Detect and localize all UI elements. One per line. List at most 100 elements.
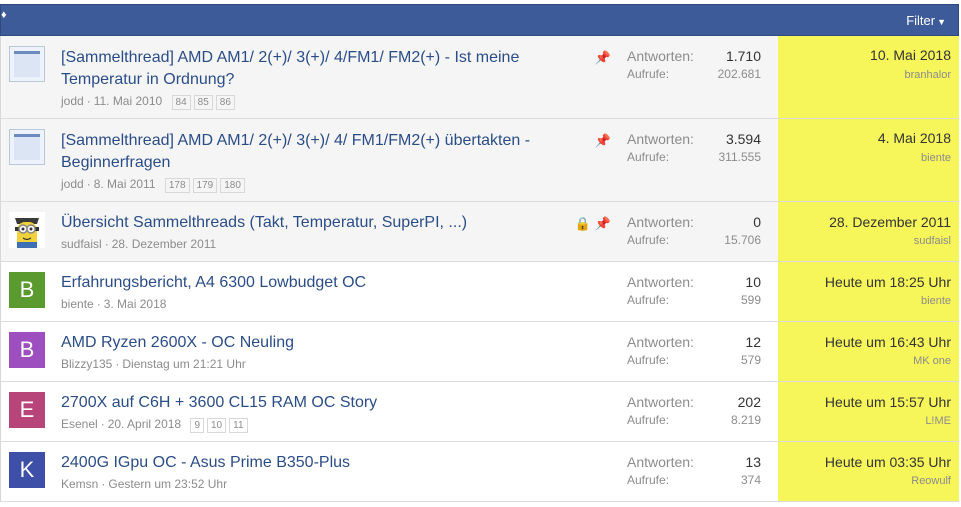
views-count: 8.219	[730, 413, 761, 427]
pin-icon: 📌	[594, 133, 611, 148]
thread-author[interactable]: sudfaisl	[61, 237, 102, 251]
last-post-date[interactable]: Heute um 03:35 Uhr	[825, 454, 951, 470]
thread-status-icons: 🔒 📌	[575, 216, 611, 232]
views-count: 311.555	[718, 150, 762, 164]
thread-author[interactable]: jodd	[61, 177, 84, 191]
filter-button[interactable]: Filter ▼	[906, 13, 946, 28]
user-avatar[interactable]: B	[9, 332, 45, 368]
last-post-cell: 4. Mai 2018 biente	[778, 119, 959, 201]
last-post-date[interactable]: 10. Mai 2018	[870, 47, 951, 63]
thread-author[interactable]: biente	[61, 297, 94, 311]
thread-date[interactable]: 11. Mai 2010	[94, 94, 163, 108]
thread-status-icons: 📌	[595, 50, 611, 66]
thread-title[interactable]: 2700X auf C6H + 3600 CL15 RAM OC Story	[61, 392, 581, 414]
corner-icon: ♦	[1, 9, 7, 21]
replies-label: Antworten:	[627, 131, 694, 147]
thread-title-line: [Sammelthread] AMD AM1/ 2(+)/ 3(+)/ 4/ F…	[61, 132, 531, 149]
user-avatar-minion[interactable]	[9, 212, 45, 248]
user-avatar[interactable]: E	[9, 392, 45, 428]
views-label: Aufrufe:	[627, 473, 670, 487]
last-post-date[interactable]: Heute um 16:43 Uhr	[825, 334, 951, 350]
thread-title[interactable]: AMD Ryzen 2600X - OC Neuling	[61, 332, 581, 354]
thread-avatar-document-icon[interactable]	[9, 46, 45, 82]
last-post-date[interactable]: Heute um 18:25 Uhr	[825, 274, 951, 290]
last-post-cell: Heute um 03:35 Uhr Reowulf	[778, 442, 959, 501]
thread-title-line: [Sammelthread] AMD AM1/ 2(+)/ 3(+)/ 4/FM…	[61, 49, 520, 66]
thread-author[interactable]: Esenel	[61, 417, 98, 431]
thread-row: Übersicht Sammelthreads (Takt, Temperatu…	[1, 202, 959, 262]
thread-meta: sudfaisl · 28. Dezember 2011	[61, 237, 217, 251]
last-post-date[interactable]: 4. Mai 2018	[878, 130, 951, 146]
views-count: 579	[740, 353, 761, 367]
last-post-date[interactable]: Heute um 15:57 Uhr	[825, 394, 951, 410]
page-link[interactable]: 84	[171, 95, 191, 110]
thread-meta: Esenel · 20. April 2018 9 10 11	[61, 417, 251, 433]
last-post-user[interactable]: biente	[921, 152, 951, 164]
thread-author[interactable]: Blizzy135	[61, 357, 112, 371]
thread-date[interactable]: 8. Mai 2011	[94, 177, 156, 191]
page-link[interactable]: 179	[192, 178, 218, 193]
last-post-user[interactable]: sudfaisl	[914, 235, 951, 247]
replies-count: 10	[745, 274, 761, 290]
views-count: 599	[740, 293, 761, 307]
page-link[interactable]: 85	[193, 95, 213, 110]
thread-meta: biente · 3. Mai 2018	[61, 297, 167, 311]
replies-label: Antworten:	[627, 454, 694, 470]
thread-date[interactable]: Dienstag um 21:21 Uhr	[122, 357, 245, 371]
page-link[interactable]: 86	[215, 95, 235, 110]
replies-label: Antworten:	[627, 394, 694, 410]
thread-date[interactable]: 20. April 2018	[108, 417, 181, 431]
pin-icon: 📌	[594, 50, 611, 65]
last-post-date[interactable]: 28. Dezember 2011	[829, 214, 951, 230]
thread-status-icons: 📌	[595, 133, 611, 149]
replies-count: 3.594	[725, 131, 761, 147]
views-label: Aufrufe:	[627, 233, 670, 247]
last-post-user[interactable]: MK one	[913, 355, 951, 367]
thread-row: B AMD Ryzen 2600X - OC Neuling Blizzy135…	[1, 322, 959, 382]
lock-icon: 🔒	[574, 216, 591, 231]
thread-meta: Blizzy135 · Dienstag um 21:21 Uhr	[61, 357, 246, 371]
thread-title[interactable]: [Sammelthread] AMD AM1/ 2(+)/ 3(+)/ 4/ F…	[61, 130, 581, 174]
last-post-user[interactable]: branhalor	[905, 69, 951, 81]
thread-date[interactable]: 3. Mai 2018	[104, 297, 167, 311]
thread-meta: jodd · 8. Mai 2011 178 179 180	[61, 177, 248, 193]
thread-title-line: Temperatur in Ordnung?	[61, 71, 235, 88]
page-link[interactable]: 10	[207, 418, 227, 433]
views-label: Aufrufe:	[627, 353, 670, 367]
thread-title[interactable]: Übersicht Sammelthreads (Takt, Temperatu…	[61, 212, 581, 234]
thread-author[interactable]: jodd	[61, 94, 84, 108]
thread-date[interactable]: Gestern um 23:52 Uhr	[108, 477, 227, 491]
last-post-user[interactable]: Reowulf	[911, 475, 951, 487]
user-avatar[interactable]: K	[9, 452, 45, 488]
avatar-letter: B	[19, 277, 35, 302]
page-link[interactable]: 11	[229, 418, 248, 433]
thread-stats: Antworten: 3.594 Aufrufe: 311.555	[627, 131, 761, 166]
last-post-cell: 10. Mai 2018 branhalor	[778, 36, 959, 118]
last-post-user[interactable]: biente	[921, 295, 951, 307]
last-post-user[interactable]: L!ME	[925, 415, 951, 427]
caret-down-icon: ▼	[937, 17, 946, 27]
user-avatar[interactable]: B	[9, 272, 45, 308]
thread-row: [Sammelthread] AMD AM1/ 2(+)/ 3(+)/ 4/FM…	[1, 36, 959, 119]
views-count: 374	[740, 473, 761, 487]
thread-author[interactable]: Kemsn	[61, 477, 98, 491]
thread-date[interactable]: 28. Dezember 2011	[112, 237, 217, 251]
thread-avatar-document-icon[interactable]	[9, 129, 45, 165]
thread-title[interactable]: [Sammelthread] AMD AM1/ 2(+)/ 3(+)/ 4/FM…	[61, 47, 581, 91]
last-post-cell: Heute um 16:43 Uhr MK one	[778, 322, 959, 381]
page-link[interactable]: 178	[164, 178, 190, 193]
page-links: 178 179 180	[164, 177, 248, 193]
page-link[interactable]: 9	[190, 418, 204, 433]
thread-title[interactable]: Erfahrungsbericht, A4 6300 Lowbudget OC	[61, 272, 581, 294]
last-post-cell: 28. Dezember 2011 sudfaisl	[778, 202, 959, 261]
views-count: 15.706	[724, 233, 761, 247]
views-label: Aufrufe:	[627, 413, 670, 427]
avatar-letter: E	[19, 397, 35, 422]
replies-count: 12	[745, 334, 761, 350]
page-link[interactable]: 180	[220, 178, 245, 193]
thread-title[interactable]: 2400G IGpu OC - Asus Prime B350-Plus	[61, 452, 581, 474]
replies-count: 13	[745, 454, 761, 470]
thread-list: [Sammelthread] AMD AM1/ 2(+)/ 3(+)/ 4/FM…	[0, 36, 959, 502]
thread-stats: Antworten: 13 Aufrufe: 374	[627, 454, 761, 489]
replies-count: 0	[753, 214, 761, 230]
